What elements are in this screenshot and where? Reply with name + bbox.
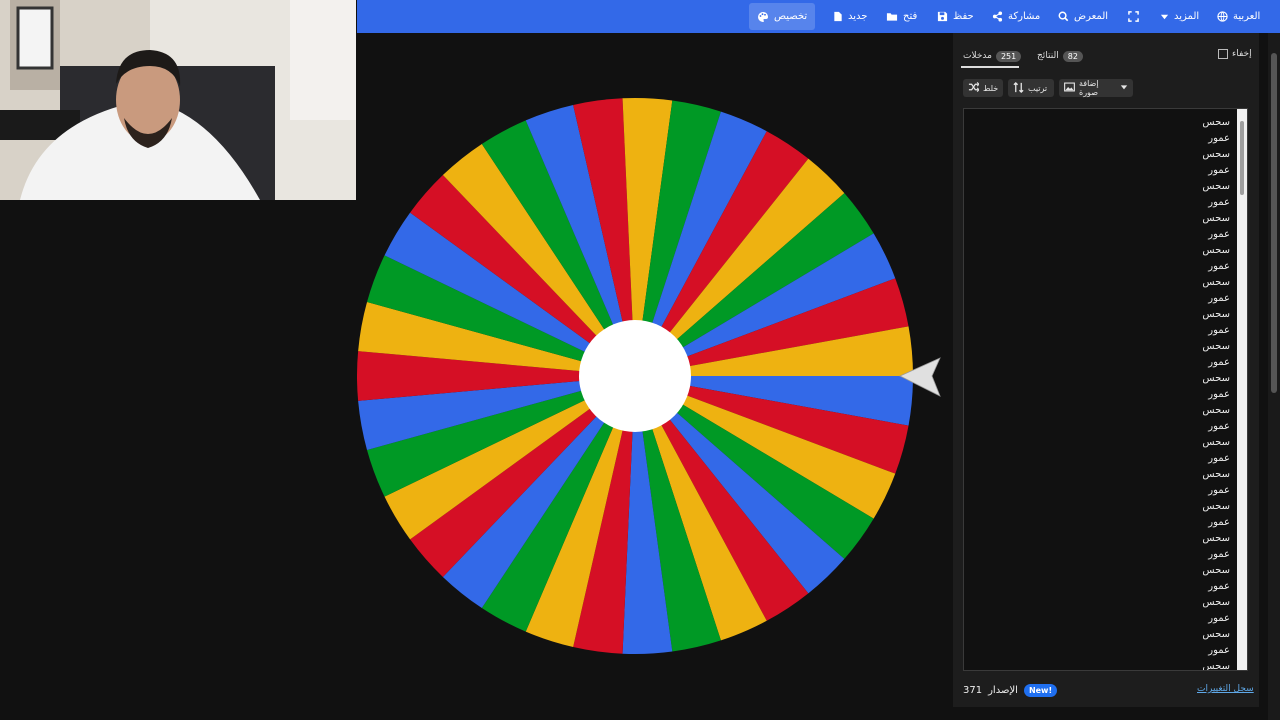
entry-item: سحس — [1202, 245, 1230, 256]
entry-item: سحس — [1202, 213, 1230, 224]
entry-item: عمور — [1208, 197, 1230, 208]
entry-item: سحس — [1202, 661, 1230, 671]
page-scrollbar[interactable] — [1268, 33, 1280, 720]
share-icon — [992, 11, 1003, 22]
entries-textarea[interactable]: سحس عمور سحس عمور سحس عمور سحس عمور سحس عمور سحس عم… — [963, 108, 1248, 671]
customize-button[interactable]: تخصيص — [749, 3, 816, 30]
wheel-area — [357, 33, 952, 720]
gallery-label: المعرض — [1074, 11, 1109, 22]
sort-button[interactable]: ترتيب — [1008, 79, 1054, 97]
entry-item: عمور — [1208, 325, 1230, 336]
entry-item: عمور — [1208, 549, 1230, 560]
search-icon — [1058, 11, 1069, 22]
hide-toggle[interactable]: إخفاء — [1218, 49, 1252, 59]
sort-label: ترتيب — [1028, 83, 1048, 93]
fullscreen-button[interactable] — [1128, 3, 1139, 30]
entry-item: سحس — [1202, 117, 1230, 128]
hide-checkbox[interactable] — [1218, 49, 1228, 59]
entry-item: عمور — [1208, 293, 1230, 304]
save-icon — [937, 11, 948, 22]
page-scroll-thumb[interactable] — [1271, 53, 1277, 393]
entry-item: عمور — [1208, 165, 1230, 176]
caret-down-icon — [1120, 83, 1128, 93]
new-file-icon — [833, 11, 843, 22]
shuffle-button[interactable]: خلط — [963, 79, 1003, 97]
entry-item: عمور — [1208, 389, 1230, 400]
save-label: حفظ — [953, 11, 974, 22]
share-button[interactable]: مشاركة — [992, 3, 1040, 30]
entry-item: سحس — [1202, 341, 1230, 352]
tab-results[interactable]: النتائج 82 — [1037, 47, 1083, 65]
entry-item: سحس — [1202, 373, 1230, 384]
entry-item: سحس — [1202, 501, 1230, 512]
screen: العربية المزيد المعرض مشاركة حفظ فتح جدي… — [0, 0, 1280, 720]
entry-item: عمور — [1208, 133, 1230, 144]
wheel-center[interactable] — [579, 320, 691, 432]
open-label: فتح — [903, 11, 918, 22]
entry-item: سحس — [1202, 181, 1230, 192]
active-tab-indicator — [961, 66, 1019, 68]
sort-icon — [1013, 81, 1024, 95]
version-number: 371 — [963, 685, 983, 696]
entry-item: عمور — [1208, 229, 1230, 240]
entries-panel: مدخلات 251 النتائج 82 إخفاء خلط ترتيب إض… — [953, 33, 1259, 707]
folder-icon — [886, 11, 898, 22]
entry-item: سحس — [1202, 533, 1230, 544]
entry-item: سحس — [1202, 405, 1230, 416]
new-label: جديد — [848, 11, 868, 22]
entry-item: سحس — [1202, 437, 1230, 448]
shuffle-label: خلط — [983, 83, 999, 93]
fullscreen-icon — [1128, 11, 1139, 22]
entry-item: عمور — [1208, 613, 1230, 624]
hide-label: إخفاء — [1232, 49, 1252, 59]
entry-item: سحس — [1202, 597, 1230, 608]
entry-item: عمور — [1208, 421, 1230, 432]
results-count-badge: 82 — [1062, 50, 1083, 62]
add-image-button[interactable]: إضافة صورة — [1059, 79, 1133, 97]
image-icon — [1064, 82, 1075, 94]
tab-entries[interactable]: مدخلات 251 — [963, 47, 1022, 65]
tab-results-label: النتائج — [1037, 51, 1059, 61]
more-label: المزيد — [1174, 11, 1200, 22]
entries-count-badge: 251 — [995, 50, 1022, 62]
changelog-link[interactable]: سجل التغييرات — [1197, 684, 1254, 694]
open-button[interactable]: فتح — [886, 3, 917, 30]
language-menu[interactable]: العربية — [1217, 3, 1260, 30]
globe-icon — [1217, 11, 1228, 22]
spin-wheel[interactable] — [357, 33, 952, 720]
entry-item: عمور — [1208, 645, 1230, 656]
entry-item: عمور — [1208, 581, 1230, 592]
new-badge: New! — [1023, 684, 1058, 697]
entry-item: عمور — [1208, 517, 1230, 528]
language-label: العربية — [1233, 11, 1261, 22]
share-label: مشاركة — [1008, 11, 1041, 22]
caret-down-icon — [1160, 12, 1169, 21]
tab-entries-label: مدخلات — [963, 51, 992, 61]
entry-item: سحس — [1202, 277, 1230, 288]
version-info: 371 الإصدار New! — [963, 684, 1058, 697]
more-menu[interactable]: المزيد — [1160, 3, 1199, 30]
version-label: الإصدار — [988, 685, 1018, 696]
shuffle-icon — [968, 82, 980, 94]
entry-item: عمور — [1208, 357, 1230, 368]
customize-label: تخصيص — [774, 11, 808, 22]
top-toolbar: العربية المزيد المعرض مشاركة حفظ فتح جدي… — [357, 0, 1280, 33]
entry-item: سحس — [1202, 565, 1230, 576]
entries-scroll-thumb[interactable] — [1240, 121, 1244, 195]
entries-scrollbar[interactable] — [1237, 109, 1247, 670]
entry-item: عمور — [1208, 453, 1230, 464]
entry-item: عمور — [1208, 485, 1230, 496]
entry-item: عمور — [1208, 261, 1230, 272]
palette-icon — [757, 11, 769, 23]
add-image-label: إضافة صورة — [1079, 79, 1099, 97]
new-button[interactable]: جديد — [833, 3, 867, 30]
gallery-button[interactable]: المعرض — [1058, 3, 1108, 30]
webcam-overlay — [0, 0, 356, 200]
entries-list: سحس عمور سحس عمور سحس عمور سحس عمور سحس عمور سحس عم… — [970, 115, 1230, 671]
entry-item: سحس — [1202, 149, 1230, 160]
entry-item: سحس — [1202, 629, 1230, 640]
entry-item: سحس — [1202, 469, 1230, 480]
entry-item: سحس — [1202, 309, 1230, 320]
save-button[interactable]: حفظ — [937, 3, 974, 30]
